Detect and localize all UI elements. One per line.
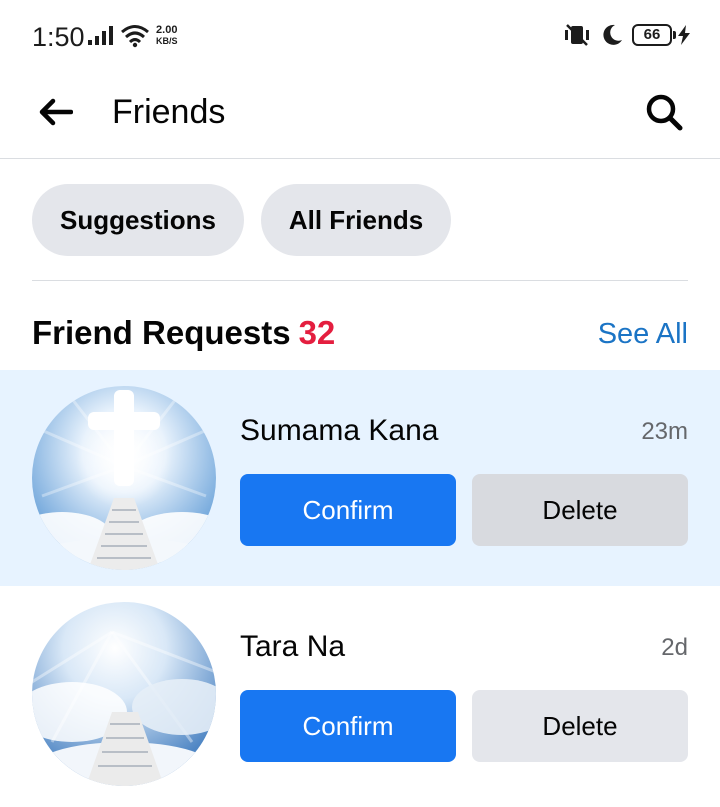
delete-button[interactable]: Delete (472, 690, 688, 762)
section-divider (32, 280, 688, 281)
signal-icon (88, 26, 116, 51)
requester-name[interactable]: Tara Na (240, 630, 345, 664)
network-speed: 2.00 KB/S (156, 24, 178, 47)
request-time: 2d (661, 634, 688, 661)
moon-icon (600, 23, 624, 52)
delete-button[interactable]: Delete (472, 474, 688, 546)
suggestions-pill[interactable]: Suggestions (32, 184, 244, 256)
confirm-button[interactable]: Confirm (240, 690, 456, 762)
requester-name[interactable]: Sumama Kana (240, 414, 438, 448)
charging-bolt-icon (678, 25, 690, 50)
status-bar: 1:50 2.00 KB/S 66 (0, 0, 720, 72)
all-friends-pill[interactable]: All Friends (261, 184, 451, 256)
see-all-link[interactable]: See All (598, 318, 688, 351)
arrow-left-icon (39, 98, 73, 126)
friend-requests-title: Friend Requests (32, 314, 291, 351)
friend-request-row: Sumama Kana 23m Confirm Delete (0, 370, 720, 586)
wifi-icon (120, 24, 150, 53)
vibrate-off-icon (562, 23, 592, 52)
search-button[interactable] (640, 88, 688, 136)
status-time: 1:50 (32, 22, 85, 52)
page-title: Friends (112, 93, 226, 131)
avatar[interactable] (32, 602, 216, 786)
avatar[interactable] (32, 386, 216, 570)
friend-requests-count: 32 (298, 314, 336, 351)
app-header: Friends (0, 72, 720, 159)
battery-icon: 66 (632, 24, 676, 46)
confirm-button[interactable]: Confirm (240, 474, 456, 546)
back-button[interactable] (34, 90, 78, 134)
friend-requests-heading: Friend Requests 32 (32, 314, 335, 352)
friend-request-row: Tara Na 2d Confirm Delete (0, 586, 720, 802)
search-icon (646, 94, 683, 131)
request-time: 23m (641, 418, 688, 445)
